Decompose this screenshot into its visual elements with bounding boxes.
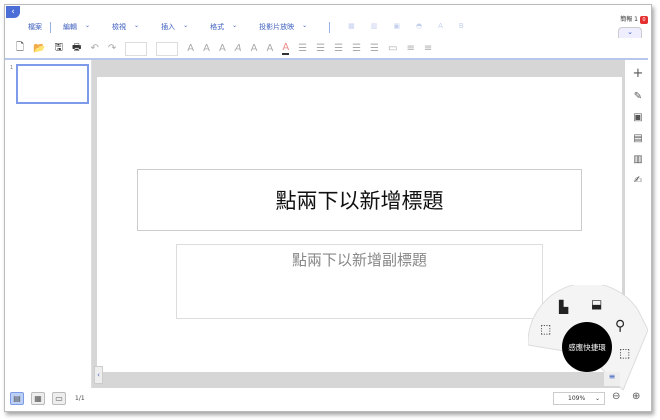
align-center-icon[interactable]: ☰ <box>316 43 325 54</box>
chevron-down-icon[interactable]: ⌄ <box>85 22 90 33</box>
chevron-down-icon[interactable]: ⌄ <box>232 22 237 33</box>
thumbnail-number: 1 <box>10 65 14 71</box>
shrink-font-icon[interactable]: A <box>203 43 210 54</box>
bullets-icon[interactable]: ≡ <box>406 43 414 54</box>
slide-panel <box>5 60 92 388</box>
edit-area-icon[interactable]: ⬚ <box>619 346 630 360</box>
menu-slideshow[interactable]: 投影片放映 <box>259 22 294 33</box>
select-icon[interactable]: ⬚ <box>540 322 551 336</box>
print-icon[interactable]: 🖶 <box>72 40 81 57</box>
italic-icon[interactable]: A <box>235 43 242 54</box>
notification-badge[interactable]: 0 <box>640 16 648 24</box>
subtitle-placeholder[interactable]: 點兩下以新增副標題 <box>176 244 543 319</box>
open-folder-icon[interactable]: 📂 <box>33 43 45 54</box>
title-placeholder[interactable]: 點兩下以新增標題 <box>137 169 582 231</box>
redo-icon[interactable]: ↷ <box>108 43 116 54</box>
grow-font-icon[interactable]: A <box>187 43 194 54</box>
notes-toggle-icon[interactable]: ≡ <box>604 372 620 386</box>
shadow-icon[interactable]: A <box>266 43 273 54</box>
slides-icon[interactable]: ▥ <box>633 154 642 165</box>
justify-icon[interactable]: ☰ <box>352 43 361 54</box>
numbering-icon[interactable]: ≡ <box>424 43 432 54</box>
zoom-out-icon[interactable]: ⊖ <box>612 391 620 402</box>
underline-icon[interactable]: A <box>251 43 258 54</box>
font-select[interactable] <box>125 41 148 56</box>
save-icon[interactable]: 🖫 <box>55 40 64 57</box>
chevron-down-icon[interactable]: ⌄ <box>183 22 188 33</box>
layout-icon[interactable]: ▤ <box>633 133 642 144</box>
normal-view-icon[interactable]: ▤ <box>10 392 24 405</box>
chevron-down-icon[interactable]: ⌄ <box>302 22 307 33</box>
text-box-icon[interactable]: ▭ <box>388 43 397 54</box>
screenshot-icon[interactable]: ⬓ <box>591 297 602 311</box>
page-indicator: 1/1 <box>75 395 85 402</box>
toolbar: 🗋 📂 🖫 🖶 ↶ ↷ A A A A A A A ☰ ☰ ☰ ☰ ☰ ▭ ≡ … <box>16 40 432 57</box>
bold-icon[interactable]: A <box>219 43 226 54</box>
slide-thumbnail[interactable] <box>16 64 89 104</box>
notes-icon[interactable]: ✍ <box>634 175 642 186</box>
add-icon[interactable]: + <box>633 66 644 81</box>
new-file-icon[interactable]: 🗋 <box>16 40 24 57</box>
quick-ring-button[interactable]: 感應快捷環 <box>562 322 612 372</box>
back-button[interactable]: ‹ <box>6 6 20 18</box>
font-color-icon[interactable]: A <box>282 42 290 55</box>
menu-bar: 檔案 編輯 ⌄ 檢視 ⌄ 插入 ⌄ 格式 ⌄ 投影片放映 ⌄ ▦▥▣◓AB <box>28 22 488 33</box>
insert-icons[interactable]: ▦▥▣◓AB <box>348 22 480 33</box>
menu-insert[interactable]: 插入 <box>161 22 175 33</box>
zoom-select[interactable]: 109% ⌄ <box>553 392 605 405</box>
divider <box>329 22 331 33</box>
search-icon[interactable]: ⚲ <box>615 318 625 334</box>
collapse-ribbon-button[interactable]: ⌄ <box>618 27 642 38</box>
collapse-panel-button[interactable]: ‹ <box>94 366 103 384</box>
menu-file[interactable]: 檔案 <box>28 22 42 33</box>
menu-edit[interactable]: 編輯 <box>63 22 77 33</box>
edit-icon[interactable]: ✎ <box>634 91 642 102</box>
align-left-icon[interactable]: ☰ <box>298 43 307 54</box>
chevron-down-icon: ⌄ <box>594 395 600 402</box>
image-icon[interactable]: ▣ <box>633 112 642 123</box>
status-bar: ▤ ▦ ▭ 1/1 <box>5 390 648 410</box>
menu-format[interactable]: 格式 <box>210 22 224 33</box>
undo-icon[interactable]: ↶ <box>90 43 98 54</box>
presentation-icon[interactable]: ▭ <box>52 392 66 405</box>
align-right-icon[interactable]: ☰ <box>334 43 343 54</box>
font-size-select[interactable] <box>156 41 179 56</box>
zoom-in-icon[interactable]: ⊕ <box>632 391 640 402</box>
chevron-down-icon[interactable]: ⌄ <box>134 22 139 33</box>
crop-icon[interactable]: ▙ <box>559 300 568 314</box>
document-title: 簡報 10 <box>620 14 648 24</box>
menu-view[interactable]: 檢視 <box>112 22 126 33</box>
distribute-icon[interactable]: ☰ <box>370 43 379 54</box>
sorter-view-icon[interactable]: ▦ <box>31 392 45 405</box>
divider <box>50 22 51 33</box>
